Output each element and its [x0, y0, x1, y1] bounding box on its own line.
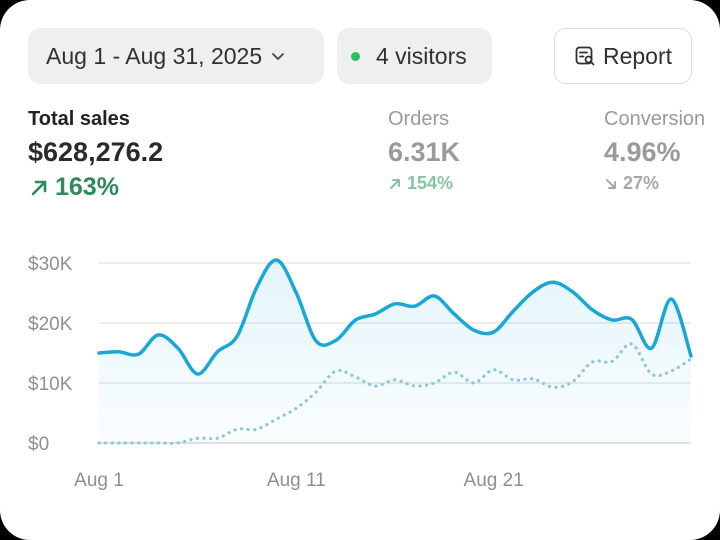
data-point-current	[689, 354, 692, 357]
date-range-label: Aug 1 - Aug 31, 2025	[46, 42, 263, 69]
data-point-previous	[255, 428, 258, 431]
data-point-current	[571, 290, 574, 293]
data-point-current	[551, 281, 554, 284]
report-button[interactable]: Report	[554, 28, 692, 84]
data-point-current	[472, 329, 475, 332]
arrow-up-right-icon	[390, 178, 400, 189]
data-point-previous	[236, 428, 239, 431]
conversion-change-value: 27%	[623, 173, 660, 193]
data-point-previous	[453, 371, 456, 374]
data-point-previous	[689, 357, 692, 360]
data-point-previous	[137, 441, 140, 444]
data-point-current	[453, 312, 456, 315]
chevron-down-icon	[272, 53, 285, 60]
data-point-current	[216, 350, 219, 353]
data-point-previous	[216, 437, 219, 440]
live-visitors-chip[interactable]: 4 visitors	[337, 28, 492, 84]
data-point-current	[275, 258, 278, 261]
data-point-current	[97, 351, 100, 354]
data-point-previous	[630, 342, 633, 345]
data-point-current	[157, 333, 160, 336]
data-point-current	[433, 294, 436, 297]
data-point-current	[393, 302, 396, 305]
data-point-previous	[157, 441, 160, 444]
arrow-up-right-icon	[31, 180, 47, 195]
total-sales-change-value: 163%	[55, 173, 119, 201]
total-sales-label: Total sales	[28, 108, 130, 130]
data-point-previous	[354, 375, 357, 378]
data-point-current	[670, 297, 673, 300]
data-point-previous	[591, 360, 594, 363]
x-tick-label: Aug 1	[74, 470, 124, 491]
data-point-current	[314, 339, 317, 342]
data-point-previous	[532, 377, 535, 380]
data-point-previous	[314, 390, 317, 393]
x-tick-label: Aug 11	[267, 470, 326, 491]
arrow-down-right-icon	[606, 178, 616, 189]
data-point-current	[374, 312, 377, 315]
data-point-previous	[610, 360, 613, 363]
orders-change-value: 154%	[407, 173, 454, 193]
total-sales-change: 163%	[28, 173, 163, 202]
y-tick-label: $0	[28, 434, 49, 455]
data-point-current	[117, 350, 120, 353]
data-point-current	[137, 353, 140, 356]
data-point-current	[610, 318, 613, 321]
conversion-change: 27%	[604, 173, 705, 194]
data-point-previous	[433, 381, 436, 384]
data-point-current	[196, 372, 199, 375]
total-sales-value: $628,276.2	[28, 137, 164, 167]
live-status-dot	[351, 51, 360, 61]
data-point-previous	[374, 384, 377, 387]
data-point-current	[492, 330, 495, 333]
report-label: Report	[602, 42, 673, 69]
data-point-previous	[295, 407, 298, 410]
data-point-current	[630, 318, 633, 321]
y-tick-label: $20K	[28, 314, 73, 335]
data-point-current	[176, 347, 179, 350]
series-area-current	[99, 259, 691, 443]
conversion-value: 4.96%	[604, 137, 681, 167]
data-point-previous	[117, 441, 120, 444]
y-tick-label: $30K	[28, 254, 73, 275]
data-point-current	[354, 318, 357, 321]
data-point-previous	[334, 369, 337, 372]
orders-change: 154%	[388, 173, 460, 194]
data-point-current	[650, 347, 653, 350]
data-point-current	[236, 335, 239, 338]
data-point-previous	[551, 386, 554, 389]
data-point-previous	[196, 437, 199, 440]
data-point-previous	[472, 381, 475, 384]
x-tick-label: Aug 21	[464, 470, 524, 491]
data-point-current	[591, 308, 594, 311]
data-point-current	[413, 305, 416, 308]
data-point-current	[532, 290, 535, 293]
conversion-label: Conversion	[604, 108, 706, 130]
data-point-previous	[176, 441, 179, 444]
sales-overview-card: Aug 1 - Aug 31, 2025 4 visitors Report T…	[0, 0, 720, 540]
data-point-previous	[512, 378, 515, 381]
date-range-picker[interactable]: Aug 1 - Aug 31, 2025	[28, 28, 324, 84]
data-point-previous	[492, 368, 495, 371]
data-point-previous	[97, 441, 100, 444]
data-point-current	[255, 285, 258, 288]
orders-metric[interactable]: Orders 6.31K 154%	[388, 108, 460, 194]
data-point-previous	[650, 372, 653, 375]
data-point-previous	[275, 417, 278, 420]
orders-value: 6.31K	[388, 137, 461, 167]
sales-line-chart[interactable]: $0 $10K $20K $30K Aug 1 Aug 11 Aug 21	[0, 240, 720, 514]
data-point-previous	[670, 369, 673, 372]
data-point-current	[295, 291, 298, 294]
data-point-previous	[393, 378, 396, 381]
visitors-label: 4 visitors	[376, 42, 467, 69]
total-sales-metric[interactable]: Total sales $628,276.2 163%	[28, 108, 163, 202]
conversion-metric[interactable]: Conversion 4.96% 27%	[604, 108, 705, 194]
data-point-current	[334, 339, 337, 342]
report-icon	[575, 46, 595, 66]
y-tick-label: $10K	[28, 374, 73, 395]
data-point-previous	[571, 380, 574, 383]
data-point-current	[512, 309, 515, 312]
orders-label: Orders	[388, 108, 450, 130]
data-point-previous	[413, 384, 416, 387]
